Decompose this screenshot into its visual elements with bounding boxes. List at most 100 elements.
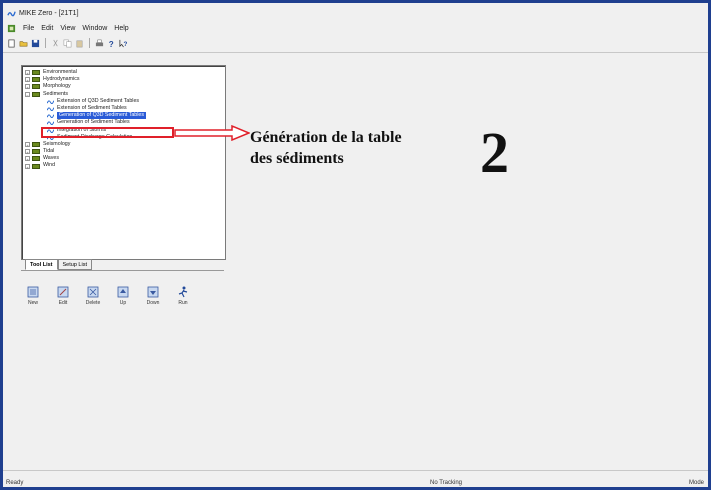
toolbox-folder-icon	[32, 77, 40, 83]
toolbar-separator	[89, 38, 90, 48]
menu-bar: File Edit View Window Help	[7, 22, 129, 34]
tree-item-generation-sediment[interactable]: Generation of Sediment Tables	[25, 119, 146, 126]
move-down-icon	[147, 286, 159, 298]
tree-item-morphology[interactable]: + Morphology	[25, 83, 146, 90]
print-icon[interactable]	[95, 39, 104, 48]
tree-item-label: Hydrodynamics	[43, 76, 80, 83]
mode-status: Mode	[688, 480, 704, 486]
tool-icon	[47, 100, 54, 104]
tree-item-extension-sediment[interactable]: Extension of Sediment Tables	[25, 105, 146, 112]
edit-button[interactable]: Edit	[51, 286, 75, 316]
tool-tree-list: + Environmental + Hydrodynamics + Morpholog…	[25, 69, 146, 170]
edit-button-label: Edit	[58, 300, 68, 306]
tree-item-label: Morphology	[43, 83, 71, 90]
tree-item-label: Sediments	[43, 90, 69, 97]
down-button[interactable]: Down	[141, 286, 165, 316]
tree-item-label: Seismology	[43, 140, 71, 147]
annotation-line-2: des sédiments	[250, 150, 344, 167]
tree-item-label: Wind	[43, 162, 56, 169]
paste-icon[interactable]	[75, 39, 84, 48]
tree-item-waves[interactable]: + Waves	[25, 155, 146, 162]
annotation-caption: Génération de la table des sédiments	[250, 127, 402, 169]
expand-icon[interactable]: +	[25, 149, 30, 155]
open-folder-icon[interactable]	[19, 39, 28, 48]
toolbox-folder-icon	[32, 70, 40, 76]
tool-tree[interactable]: + Environmental + Hydrodynamics + Morpholog…	[21, 65, 226, 260]
window-title: MIKE Zero - [21T1]	[19, 9, 79, 17]
app-window: MIKE Zero - [21T1] File Edit View Window…	[0, 0, 711, 490]
document-menu-icon[interactable]	[7, 24, 16, 33]
tab-divider	[21, 270, 224, 271]
tree-item-hydrodynamics[interactable]: + Hydrodynamics	[25, 76, 146, 83]
menu-edit[interactable]: Edit	[41, 25, 53, 32]
tree-item-label: Extension of Q3D Sediment Tables	[57, 97, 140, 104]
save-icon[interactable]	[31, 39, 40, 48]
delete-tool-icon	[87, 286, 99, 298]
toolbox-folder-icon	[32, 149, 40, 155]
menu-file[interactable]: File	[23, 25, 34, 32]
toolbar: ? ?	[7, 36, 128, 50]
tree-item-generation-q3d[interactable]: Generation of Q3D Sediment Tables	[25, 112, 146, 120]
svg-text:?: ?	[124, 41, 128, 48]
up-button-label: Up	[119, 300, 127, 306]
toolbox-folder-icon	[32, 84, 40, 90]
tracking-status: No Tracking	[430, 480, 463, 486]
delete-button-label: Delete	[85, 300, 101, 306]
tree-item-tidal[interactable]: + Tidal	[25, 148, 146, 155]
tool-icon	[47, 114, 54, 119]
run-icon	[178, 286, 188, 298]
help-icon[interactable]: ?	[107, 39, 116, 48]
mike-zero-app-icon	[7, 11, 16, 16]
tree-item-environmental[interactable]: + Environmental	[25, 69, 146, 76]
run-button-label: Run	[178, 300, 188, 306]
expand-icon[interactable]: +	[25, 70, 30, 76]
expand-icon[interactable]: +	[25, 156, 30, 162]
menu-help[interactable]: Help	[114, 25, 128, 32]
tree-item-sediments[interactable]: − Sediments	[25, 91, 146, 98]
annotation-highlight-box	[41, 127, 174, 138]
toolbox-folder-icon	[32, 91, 40, 97]
tree-item-label-selected: Generation of Q3D Sediment Tables	[57, 112, 146, 120]
cut-icon[interactable]	[51, 39, 60, 48]
context-help-icon[interactable]: ?	[119, 39, 128, 48]
toolbox-folder-icon	[32, 141, 40, 147]
menu-view[interactable]: View	[60, 25, 75, 32]
toolbox-folder-icon	[32, 156, 40, 162]
collapse-icon[interactable]: −	[25, 91, 30, 98]
svg-text:?: ?	[109, 40, 114, 48]
down-button-label: Down	[146, 300, 160, 306]
tool-button-bar: New Edit Delete Up Down Run	[21, 286, 201, 316]
new-file-icon[interactable]	[7, 39, 16, 48]
tree-item-extension-q3d[interactable]: Extension of Q3D Sediment Tables	[25, 98, 146, 105]
tree-item-label: Extension of Sediment Tables	[57, 104, 127, 111]
title-bar: MIKE Zero - [21T1]	[7, 6, 79, 20]
annotation-arrow-icon	[174, 125, 250, 141]
expand-icon[interactable]: +	[25, 163, 30, 170]
tool-icon	[47, 121, 54, 126]
tree-item-label: Environmental	[43, 69, 77, 75]
tree-item-wind[interactable]: + Wind	[25, 162, 146, 170]
run-button[interactable]: Run	[171, 286, 195, 316]
expand-icon[interactable]: +	[25, 77, 30, 83]
tab-setup-list[interactable]: Setup List	[57, 259, 92, 270]
copy-icon[interactable]	[63, 39, 72, 48]
annotation-line-1: Génération de la table	[250, 129, 402, 146]
step-number: 2	[480, 120, 509, 185]
expand-icon[interactable]: +	[25, 84, 30, 90]
status-bar: Ready No Tracking Mode	[3, 470, 708, 487]
delete-button[interactable]: Delete	[81, 286, 105, 316]
tool-tabs: Tool List Setup List	[25, 259, 92, 270]
move-up-icon	[117, 286, 129, 298]
up-button[interactable]: Up	[111, 286, 135, 316]
tab-tool-list[interactable]: Tool List	[25, 259, 58, 270]
tool-icon	[47, 107, 54, 112]
expand-icon[interactable]: +	[25, 141, 30, 148]
tree-item-seismology[interactable]: + Seismology	[25, 141, 146, 148]
tree-item-label: Tidal	[43, 148, 55, 155]
edit-tool-icon	[57, 286, 69, 298]
menu-window[interactable]: Window	[82, 25, 107, 32]
toolbox-folder-icon	[32, 163, 40, 169]
new-button[interactable]: New	[21, 286, 45, 316]
toolbar-separator	[45, 38, 46, 48]
tree-item-label: Waves	[43, 155, 59, 162]
